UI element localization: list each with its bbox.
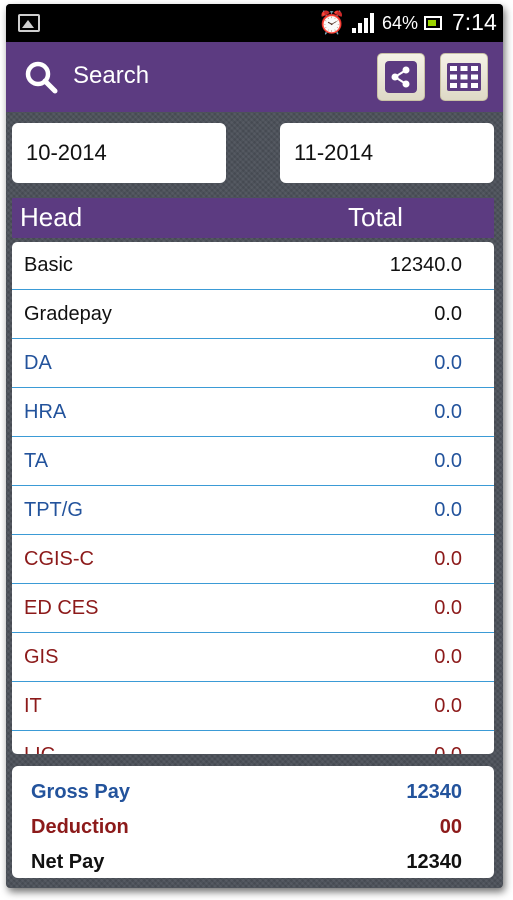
grid-view-button[interactable] bbox=[440, 53, 488, 101]
row-head: ED CES bbox=[24, 597, 99, 619]
net-pay-value: 12340 bbox=[406, 851, 462, 873]
row-total: 12340.0 bbox=[389, 254, 462, 276]
pay-summary: Gross Pay 12340 Deduction 00 Net Pay 123… bbox=[12, 766, 494, 878]
gross-pay-label: Gross Pay bbox=[31, 781, 130, 803]
signal-icon bbox=[352, 13, 376, 33]
share-icon bbox=[385, 61, 417, 93]
row-total: 0.0 bbox=[434, 450, 462, 472]
row-head: DA bbox=[24, 352, 52, 374]
row-total: 0.0 bbox=[434, 597, 462, 619]
grid-icon bbox=[447, 63, 481, 91]
net-pay-row: Net Pay 12340 bbox=[12, 851, 494, 881]
row-total: 0.0 bbox=[434, 303, 462, 325]
battery-percent: 64% bbox=[382, 13, 419, 33]
battery-icon bbox=[424, 16, 442, 30]
deduction-row: Deduction 00 bbox=[12, 816, 494, 846]
list-item[interactable]: CGIS-C 0.0 bbox=[12, 536, 494, 584]
row-total: 0.0 bbox=[434, 695, 462, 717]
pay-heads-list[interactable]: Basic 12340.0 Gradepay 0.0 DA 0.0 HRA 0.… bbox=[12, 242, 494, 754]
row-head: Gradepay bbox=[24, 303, 112, 325]
row-total: 0.0 bbox=[434, 499, 462, 521]
list-item[interactable]: TA 0.0 bbox=[12, 438, 494, 486]
gross-pay-value: 12340 bbox=[406, 781, 462, 803]
row-total: 0.0 bbox=[434, 744, 462, 754]
share-button[interactable] bbox=[377, 53, 425, 101]
action-bar: Search bbox=[6, 42, 503, 112]
gross-pay-row: Gross Pay 12340 bbox=[12, 781, 494, 811]
image-notification-icon bbox=[18, 14, 40, 32]
list-item[interactable]: TPT/G 0.0 bbox=[12, 487, 494, 535]
to-month-field[interactable]: 11-2014 bbox=[280, 123, 494, 183]
list-item[interactable]: IT 0.0 bbox=[12, 683, 494, 731]
row-head: Basic bbox=[24, 254, 73, 276]
total-column-header: Total bbox=[348, 202, 403, 232]
list-item[interactable]: GIS 0.0 bbox=[12, 634, 494, 682]
row-head: IT bbox=[24, 695, 42, 717]
row-total: 0.0 bbox=[434, 352, 462, 374]
search-icon[interactable] bbox=[24, 60, 58, 94]
row-total: 0.0 bbox=[434, 401, 462, 423]
list-item[interactable]: HRA 0.0 bbox=[12, 389, 494, 437]
row-head: TA bbox=[24, 450, 49, 472]
list-item[interactable]: LIC 0.0 bbox=[12, 732, 494, 754]
phone-screen: ⏰ 64% 7:14 Search 10-2014 11-2014 Head T… bbox=[6, 4, 503, 888]
head-column-header: Head bbox=[20, 202, 83, 232]
clock-time: 7:14 bbox=[452, 9, 497, 35]
deduction-label: Deduction bbox=[31, 816, 129, 838]
row-head: HRA bbox=[24, 401, 67, 423]
row-head: CGIS-C bbox=[24, 548, 94, 570]
table-header: Head Total bbox=[12, 198, 494, 238]
list-item[interactable]: DA 0.0 bbox=[12, 340, 494, 388]
deduction-value: 00 bbox=[439, 816, 462, 838]
row-head: GIS bbox=[24, 646, 59, 668]
search-label[interactable]: Search bbox=[73, 62, 149, 90]
row-total: 0.0 bbox=[434, 646, 462, 668]
net-pay-label: Net Pay bbox=[31, 851, 105, 873]
list-item[interactable]: ED CES 0.0 bbox=[12, 585, 494, 633]
row-head: TPT/G bbox=[24, 499, 83, 521]
from-month-field[interactable]: 10-2014 bbox=[12, 123, 226, 183]
list-item[interactable]: Gradepay 0.0 bbox=[12, 291, 494, 339]
list-item[interactable]: Basic 12340.0 bbox=[12, 242, 494, 290]
alarm-icon: ⏰ bbox=[318, 10, 346, 35]
row-head: LIC bbox=[24, 744, 55, 754]
row-total: 0.0 bbox=[434, 548, 462, 570]
status-bar: ⏰ 64% 7:14 bbox=[6, 4, 503, 42]
